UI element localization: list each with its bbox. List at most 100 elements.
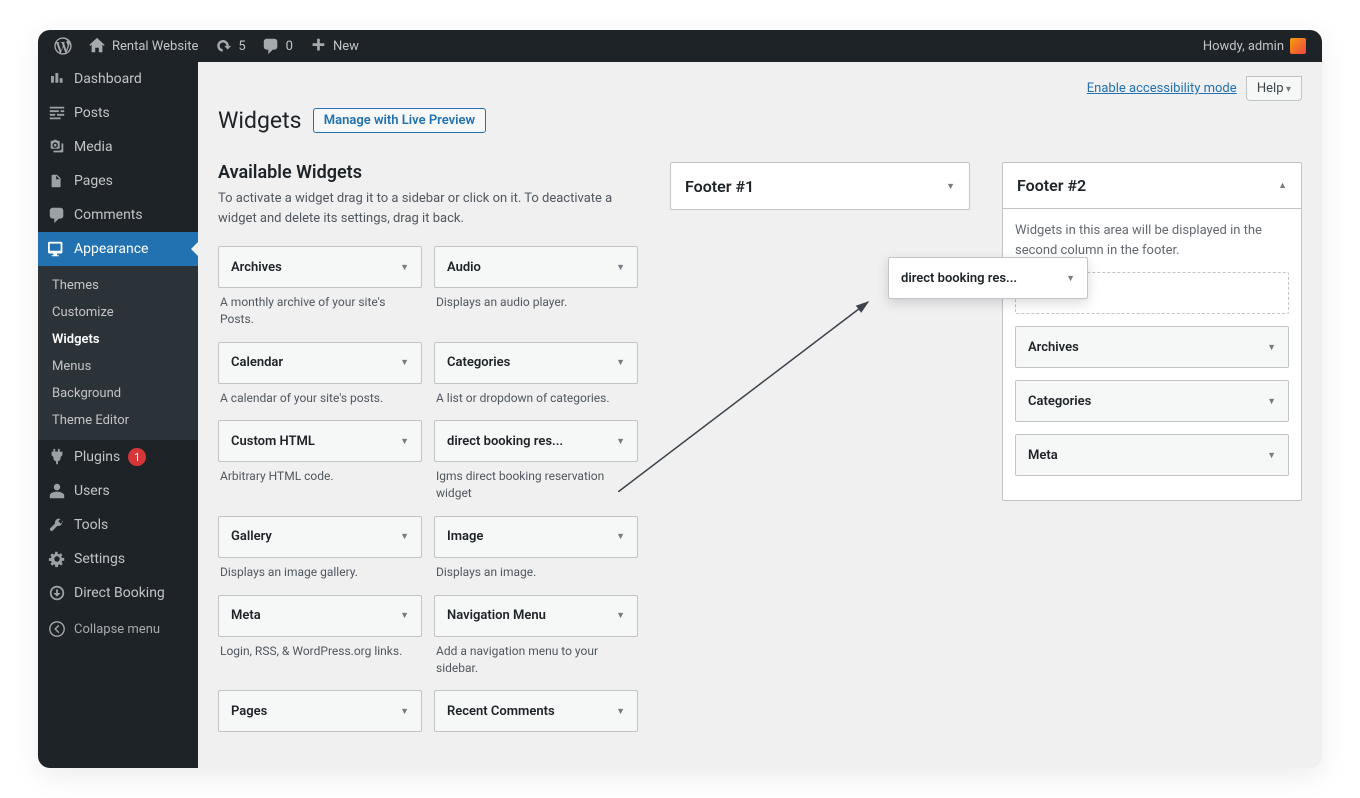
settings-icon	[48, 550, 66, 568]
placed-widget-title: Archives	[1028, 340, 1267, 355]
placed-widget[interactable]: Meta▼	[1015, 434, 1289, 476]
widget-title: Custom HTML	[231, 434, 400, 449]
update-icon	[214, 37, 232, 55]
wp-logo[interactable]	[46, 30, 80, 62]
available-widget[interactable]: Calendar ▼	[218, 342, 422, 384]
submenu-background[interactable]: Background	[38, 380, 198, 407]
admin-bar: Rental Website 5 0 New Howdy, admin	[38, 30, 1322, 62]
footer1-toggle[interactable]: Footer #1 ▼	[671, 163, 969, 209]
menu-users[interactable]: Users	[38, 474, 198, 508]
collapse-label: Collapse menu	[74, 622, 160, 637]
available-widget[interactable]: Navigation Menu ▼	[434, 595, 638, 637]
chevron-down-icon: ▼	[616, 262, 625, 273]
new-content-text: New	[333, 39, 359, 54]
submenu-widgets[interactable]: Widgets	[38, 326, 198, 353]
dashboard-icon	[48, 70, 66, 88]
placed-widget[interactable]: Archives▼	[1015, 326, 1289, 368]
chevron-down-icon: ▼	[1267, 450, 1276, 461]
comments-count: 0	[286, 39, 293, 54]
chevron-down-icon: ▼	[1267, 396, 1276, 407]
collapse-icon	[48, 620, 66, 638]
menu-settings[interactable]: Settings	[38, 542, 198, 576]
available-widget[interactable]: Custom HTML ▼	[218, 420, 422, 462]
footer2-desc: Widgets in this area will be displayed i…	[1015, 221, 1289, 260]
submenu-menus[interactable]: Menus	[38, 353, 198, 380]
widget-desc	[218, 732, 422, 738]
menu-dashboard[interactable]: Dashboard	[38, 62, 198, 96]
menu-pages[interactable]: Pages	[38, 164, 198, 198]
menu-media[interactable]: Media	[38, 130, 198, 164]
widget-desc: Igms direct booking reservation widget	[434, 462, 638, 502]
available-widget[interactable]: Archives ▼	[218, 246, 422, 288]
updates-count: 5	[238, 39, 245, 54]
submenu-customize[interactable]: Customize	[38, 299, 198, 326]
posts-icon	[48, 104, 66, 122]
footer2-toggle[interactable]: Footer #2 ▲	[1003, 163, 1301, 209]
available-widget[interactable]: Categories ▼	[434, 342, 638, 384]
chevron-down-icon: ▼	[946, 181, 955, 192]
submenu-theme-editor[interactable]: Theme Editor	[38, 407, 198, 434]
home-icon	[88, 37, 106, 55]
my-account[interactable]: Howdy, admin	[1195, 30, 1314, 62]
widget-desc: Displays an audio player.	[434, 288, 638, 311]
direct-booking-icon	[48, 584, 66, 602]
available-widget[interactable]: Pages ▼	[218, 690, 422, 732]
widget-desc: A monthly archive of your site's Posts.	[218, 288, 422, 328]
chevron-down-icon: ▼	[400, 357, 409, 368]
dragging-widget[interactable]: direct booking res... ▼	[888, 257, 1088, 299]
chevron-down-icon: ▼	[616, 436, 625, 447]
appearance-submenu: Themes Customize Widgets Menus Backgroun…	[38, 266, 198, 440]
available-widget[interactable]: direct booking res... ▼	[434, 420, 638, 462]
available-widgets-title: Available Widgets	[218, 162, 638, 183]
menu-appearance[interactable]: Appearance	[38, 232, 198, 266]
menu-label: Posts	[74, 105, 110, 121]
widget-title: Archives	[231, 260, 400, 275]
widget-title: Pages	[231, 704, 400, 719]
menu-label: Users	[74, 483, 110, 499]
menu-posts[interactable]: Posts	[38, 96, 198, 130]
users-icon	[48, 482, 66, 500]
comments-menu-icon	[48, 206, 66, 224]
menu-label: Appearance	[74, 241, 148, 257]
accessibility-mode-link[interactable]: Enable accessibility mode	[1087, 81, 1237, 96]
footer1-title: Footer #1	[685, 177, 946, 196]
available-widget[interactable]: Gallery ▼	[218, 516, 422, 558]
available-widget[interactable]: Image ▼	[434, 516, 638, 558]
plus-icon	[309, 37, 327, 55]
menu-label: Plugins	[74, 449, 120, 465]
menu-direct-booking[interactable]: Direct Booking	[38, 576, 198, 610]
menu-plugins[interactable]: Plugins 1	[38, 440, 198, 474]
chevron-down-icon: ▼	[400, 610, 409, 621]
placed-widget[interactable]: Categories▼	[1015, 380, 1289, 422]
content-area: Enable accessibility mode Help Widgets M…	[198, 62, 1322, 768]
menu-label: Dashboard	[74, 71, 142, 87]
widget-desc: A list or dropdown of categories.	[434, 384, 638, 407]
widget-title: Calendar	[231, 355, 400, 370]
widget-desc: Displays an image gallery.	[218, 558, 422, 581]
menu-comments[interactable]: Comments	[38, 198, 198, 232]
widget-desc: A calendar of your site's posts.	[218, 384, 422, 407]
available-widget[interactable]: Recent Comments ▼	[434, 690, 638, 732]
footer2-sidebar: Footer #2 ▲ Widgets in this area will be…	[1002, 162, 1302, 501]
submenu-themes[interactable]: Themes	[38, 272, 198, 299]
updates-link[interactable]: 5	[206, 30, 253, 62]
footer2-title: Footer #2	[1017, 176, 1278, 195]
available-widget[interactable]: Meta ▼	[218, 595, 422, 637]
menu-tools[interactable]: Tools	[38, 508, 198, 542]
site-name-link[interactable]: Rental Website	[80, 30, 206, 62]
menu-label: Settings	[74, 551, 125, 567]
comments-link[interactable]: 0	[254, 30, 301, 62]
collapse-menu[interactable]: Collapse menu	[38, 610, 198, 648]
widget-desc: Login, RSS, & WordPress.org links.	[218, 637, 422, 660]
howdy-text: Howdy, admin	[1203, 39, 1284, 54]
help-tab[interactable]: Help	[1246, 76, 1302, 101]
chevron-down-icon: ▼	[616, 610, 625, 621]
widget-title: Audio	[447, 260, 616, 275]
available-widget[interactable]: Audio ▼	[434, 246, 638, 288]
manage-live-preview-button[interactable]: Manage with Live Preview	[313, 108, 486, 133]
widget-title: Image	[447, 529, 616, 544]
page-title: Widgets	[218, 107, 301, 134]
tools-icon	[48, 516, 66, 534]
new-content-link[interactable]: New	[301, 30, 367, 62]
wordpress-icon	[54, 37, 72, 55]
